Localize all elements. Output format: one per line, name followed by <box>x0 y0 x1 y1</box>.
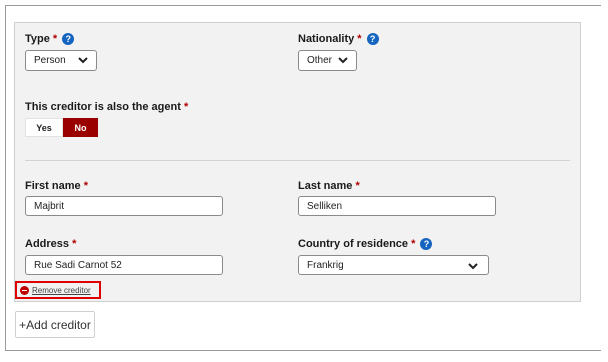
required-mark: * <box>52 33 58 45</box>
chevron-down-icon <box>338 57 348 64</box>
agent-no-button[interactable]: No <box>63 118 98 137</box>
required-mark: * <box>355 180 360 192</box>
question-circle-icon[interactable]: ? <box>62 33 75 45</box>
agent-label: This creditor is also the agent * <box>25 101 188 113</box>
nationality-select-value: Other <box>307 55 333 66</box>
type-select[interactable]: Person <box>25 50 97 71</box>
agent-label-text: This creditor is also the agent <box>25 101 181 113</box>
last-name-value: Selliken <box>307 200 343 212</box>
address-value: Rue Sadi Carnot 52 <box>34 259 122 271</box>
chevron-down-icon <box>468 263 478 270</box>
nationality-label-text: Nationality <box>298 33 355 45</box>
address-label: Address * <box>25 238 76 250</box>
first-name-value: Majbrit <box>34 200 65 212</box>
add-creditor-button[interactable]: +Add creditor <box>15 311 95 338</box>
required-mark: * <box>411 238 416 250</box>
first-name-label: First name * <box>25 180 88 192</box>
agent-yes-button[interactable]: Yes <box>25 118 63 137</box>
required-mark: * <box>83 180 88 192</box>
nationality-label: Nationality * ? <box>298 33 379 45</box>
remove-creditor-label: Remove creditor <box>32 285 91 295</box>
agent-toggle: Yes No <box>25 118 98 137</box>
section-divider <box>25 160 570 161</box>
minus-circle-icon <box>20 285 29 295</box>
type-select-value: Person <box>34 55 66 66</box>
type-label-text: Type <box>25 33 50 45</box>
last-name-field[interactable]: Selliken <box>298 196 496 216</box>
country-select[interactable]: Frankrig <box>298 255 489 275</box>
country-label: Country of residence * ? <box>298 238 433 250</box>
last-name-label: Last name * <box>298 180 360 192</box>
question-circle-icon[interactable]: ? <box>366 33 379 45</box>
nationality-select[interactable]: Other <box>298 50 357 71</box>
address-field[interactable]: Rue Sadi Carnot 52 <box>25 255 223 275</box>
required-mark: * <box>72 238 77 250</box>
question-circle-icon[interactable]: ? <box>420 238 433 250</box>
country-select-value: Frankrig <box>307 259 344 271</box>
first-name-field[interactable]: Majbrit <box>25 196 223 216</box>
required-mark: * <box>357 33 362 45</box>
remove-creditor-link[interactable]: Remove creditor <box>15 281 101 299</box>
first-name-label-text: First name <box>25 180 81 192</box>
required-mark: * <box>183 101 189 113</box>
address-label-text: Address <box>25 238 70 250</box>
type-label: Type * ? <box>25 33 75 45</box>
last-name-label-text: Last name <box>298 180 353 192</box>
chevron-down-icon <box>78 57 88 64</box>
country-label-text: Country of residence <box>298 238 409 250</box>
